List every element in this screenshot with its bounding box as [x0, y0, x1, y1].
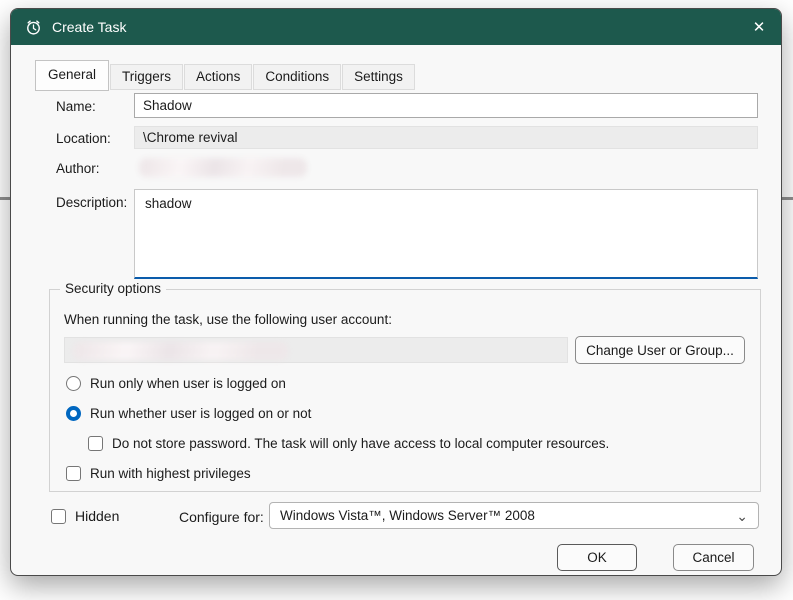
- radio-run-whether-label: Run whether user is logged on or not: [90, 405, 312, 421]
- change-user-button[interactable]: Change User or Group...: [575, 336, 745, 364]
- checkbox-unchecked-icon: [88, 435, 103, 451]
- chevron-down-icon: ⌄: [736, 507, 748, 524]
- security-options-group: Security options When running the task, …: [49, 281, 761, 492]
- tab-actions[interactable]: Actions: [184, 64, 253, 90]
- radio-run-logged-on[interactable]: Run only when user is logged on: [66, 374, 286, 392]
- name-label: Name:: [56, 99, 96, 114]
- checkbox-no-password[interactable]: Do not store password. The task will onl…: [88, 434, 609, 452]
- location-field: \Chrome revival: [134, 126, 758, 149]
- checkbox-highest-privileges-label: Run with highest privileges: [90, 465, 251, 481]
- cancel-button[interactable]: Cancel: [673, 544, 754, 571]
- author-label: Author:: [56, 161, 100, 176]
- tab-general[interactable]: General: [35, 60, 110, 91]
- close-button[interactable]: ✕: [737, 9, 781, 45]
- account-redacted-value: [73, 342, 288, 360]
- configure-for-select[interactable]: Windows Vista™, Windows Server™ 2008 ⌄: [269, 502, 759, 529]
- titlebar: Create Task ✕: [11, 9, 781, 45]
- tab-settings[interactable]: Settings: [342, 64, 415, 90]
- description-input[interactable]: shadow: [134, 189, 758, 279]
- name-input[interactable]: [134, 93, 758, 118]
- desktop-background: Create Task ✕ General Triggers Actions C…: [0, 0, 793, 600]
- radio-run-whether[interactable]: Run whether user is logged on or not: [66, 404, 311, 422]
- checkbox-highest-privileges[interactable]: Run with highest privileges: [66, 464, 251, 482]
- checkbox-no-password-label: Do not store password. The task will onl…: [112, 435, 610, 451]
- description-value: shadow: [145, 196, 192, 211]
- user-account-field: [64, 337, 568, 363]
- checkbox-unchecked-icon: [51, 508, 66, 524]
- create-task-dialog: Create Task ✕ General Triggers Actions C…: [10, 8, 782, 576]
- checkbox-unchecked-icon: [66, 465, 81, 481]
- location-value: \Chrome revival: [143, 130, 238, 145]
- ok-button[interactable]: OK: [557, 544, 637, 571]
- configure-for-value: Windows Vista™, Windows Server™ 2008: [280, 508, 535, 523]
- author-redacted-value: [139, 158, 307, 177]
- tab-conditions[interactable]: Conditions: [253, 64, 342, 90]
- account-caption: When running the task, use the following…: [64, 312, 392, 327]
- checkbox-hidden[interactable]: Hidden: [51, 507, 119, 525]
- tab-triggers[interactable]: Triggers: [110, 64, 184, 90]
- tab-strip: General Triggers Actions Conditions Sett…: [35, 59, 416, 91]
- clock-icon: [25, 19, 42, 36]
- window-title: Create Task: [52, 19, 127, 35]
- checkbox-hidden-label: Hidden: [75, 508, 120, 524]
- configure-for-label: Configure for:: [179, 509, 264, 525]
- radio-run-logged-on-label: Run only when user is logged on: [90, 375, 286, 391]
- radio-checked-icon: [66, 405, 81, 421]
- radio-unchecked-icon: [66, 375, 81, 391]
- security-group-title: Security options: [60, 281, 167, 296]
- description-label: Description:: [56, 195, 128, 210]
- location-label: Location:: [56, 131, 111, 146]
